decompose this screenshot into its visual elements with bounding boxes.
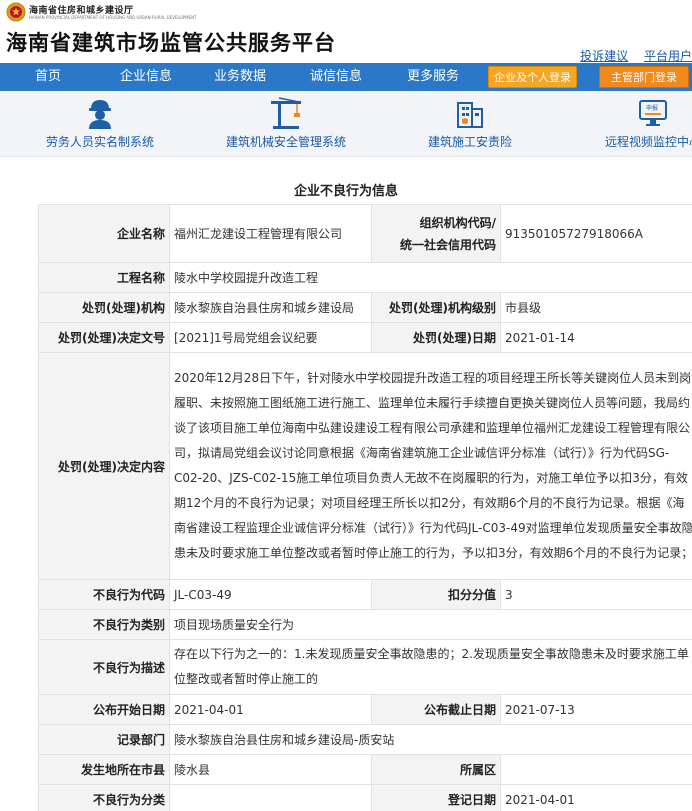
authority-value: 陵水黎族自治县住房和城乡建设局 (169, 292, 372, 323)
doc-no-value: [2021]1号局党组会议纪要 (169, 322, 372, 353)
description-value: 存在以下行为之一的：1.未发现质量安全事故隐患的；2.发现质量安全事故隐患未及时… (174, 647, 689, 686)
org-code-label-line1: 组织机构代码/ (419, 215, 496, 230)
record-dept-label: 记录部门 (38, 724, 170, 755)
district-value (500, 754, 692, 785)
table-row: 记录部门 陵水黎族自治县住房和城乡建设局-质安站 (38, 724, 692, 755)
table-row: 处罚(处理)机构 陵水黎族自治县住房和城乡建设局 处罚(处理)机构级别 市县级 (38, 292, 692, 323)
project-label: 工程名称 (38, 262, 170, 293)
content-cell: 2020年12月28日下午，针对陵水中学校园提升改造工程的项目经理王所长等关键岗… (169, 352, 692, 580)
deduction-label: 扣分分值 (371, 579, 501, 610)
worker-icon (89, 100, 111, 129)
date-value: 2021-01-14 (500, 322, 692, 353)
header-links: 投诉建议 平台用户 (568, 47, 692, 64)
nav-business-data[interactable]: 业务数据 (206, 63, 274, 91)
record-dept-value: 陵水黎族自治县住房和城乡建设局-质安站 (169, 724, 692, 755)
complaint-link[interactable]: 投诉建议 (580, 49, 628, 63)
table-row: 工程名称 陵水中学校园提升改造工程 (38, 262, 692, 293)
date-label: 处罚(处理)日期 (371, 322, 501, 353)
main-nav: 首页 企业信息 业务数据 诚信信息 更多服务 企业及个人登录 主管部门登录 (0, 63, 692, 91)
system-shortcuts: 劳务人员实名制系统 建筑机械安全管理系统 建筑施工安责险 申报 远程视频监控中心 (0, 91, 692, 157)
table-row: 不良行为描述 存在以下行为之一的：1.未发现质量安全事故隐患的；2.发现质量安全… (38, 639, 692, 695)
table-row: 发生地所在市县 陵水县 所属区 (38, 754, 692, 785)
table-row: 不良行为代码 JL-C03-49 扣分分值 3 (38, 579, 692, 610)
behavior-class-value (169, 784, 372, 811)
site-title: 海南省建筑市场监管公共服务平台 (6, 31, 336, 55)
tower-crane-icon (271, 97, 301, 129)
publish-end-label: 公布截止日期 (371, 694, 501, 725)
description-label: 不良行为描述 (38, 639, 170, 695)
nav-more-services[interactable]: 更多服务 (398, 63, 468, 91)
publish-start-value: 2021-04-01 (169, 694, 372, 725)
admin-login-button[interactable]: 主管部门登录 (599, 66, 689, 88)
nav-enterprise-info[interactable]: 企业信息 (112, 63, 180, 91)
system-label: 建筑机械安全管理系统 (225, 135, 346, 149)
system-label: 远程视频监控中心 (604, 135, 692, 149)
project-value: 陵水中学校园提升改造工程 (169, 262, 692, 293)
national-emblem-icon (6, 2, 26, 22)
content-label: 处罚(处理)决定内容 (38, 352, 170, 580)
monitor-icon: 申报 (639, 100, 667, 126)
table-row: 处罚(处理)决定内容 2020年12月28日下午，针对陵水中学校园提升改造工程的… (38, 352, 692, 580)
behavior-class-label: 不良行为分类 (38, 784, 170, 811)
org-code-label: 组织机构代码/ 统一社会信用代码 (371, 204, 501, 263)
site-header: 海南省建筑市场监管公共服务平台 投诉建议 平台用户 (0, 25, 692, 63)
department-english-name: HAINAN PROVINCIAL DEPARTMENT OF HOUSING … (29, 15, 197, 20)
category-value: 项目现场质量安全行为 (169, 609, 692, 640)
building-insurance-icon (457, 102, 483, 128)
register-date-value: 2021-04-01 (500, 784, 692, 811)
company-name-label: 企业名称 (38, 204, 170, 263)
description-cell: 存在以下行为之一的：1.未发现质量安全事故隐患的；2.发现质量安全事故隐患未及时… (169, 639, 692, 695)
system-construction-insurance[interactable]: 建筑施工安责险 (420, 97, 520, 150)
table-row: 企业名称 福州汇龙建设工程管理有限公司 组织机构代码/ 统一社会信用代码 913… (38, 204, 692, 263)
table-row: 不良行为分类 登记日期 2021-04-01 (38, 784, 692, 811)
enterprise-login-button[interactable]: 企业及个人登录 (488, 66, 577, 88)
authority-label: 处罚(处理)机构 (38, 292, 170, 323)
department-bar: 海南省住房和城乡建设厅 HAINAN PROVINCIAL DEPARTMENT… (0, 0, 692, 25)
nav-home[interactable]: 首页 (18, 63, 78, 91)
city-value: 陵水县 (169, 754, 372, 785)
publish-end-value: 2021-07-13 (500, 694, 692, 725)
svg-text:申报: 申报 (646, 104, 658, 112)
system-remote-monitoring[interactable]: 申报 远程视频监控中心 (603, 97, 692, 150)
publish-start-label: 公布开始日期 (38, 694, 170, 725)
org-code-label-line2: 统一社会信用代码 (399, 237, 496, 252)
register-date-label: 登记日期 (371, 784, 501, 811)
deduction-value: 3 (500, 579, 692, 610)
bad-behavior-table: 企业名称 福州汇龙建设工程管理有限公司 组织机构代码/ 统一社会信用代码 913… (38, 204, 692, 811)
doc-no-label: 处罚(处理)决定文号 (38, 322, 170, 353)
system-machinery-safety[interactable]: 建筑机械安全管理系统 (222, 97, 350, 150)
category-label: 不良行为类别 (38, 609, 170, 640)
platform-user-link[interactable]: 平台用户 (644, 49, 692, 63)
nav-credit-info[interactable]: 诚信信息 (302, 63, 370, 91)
system-worker-realname[interactable]: 劳务人员实名制系统 (40, 97, 160, 150)
district-label: 所属区 (371, 754, 501, 785)
org-code-value: 91350105727918066A (500, 204, 692, 263)
system-label: 劳务人员实名制系统 (45, 135, 154, 149)
content-value: 2020年12月28日下午，针对陵水中学校园提升改造工程的项目经理王所长等关键岗… (174, 371, 692, 560)
behavior-code-label: 不良行为代码 (38, 579, 170, 610)
behavior-code-value: JL-C03-49 (169, 579, 372, 610)
table-row: 公布开始日期 2021-04-01 公布截止日期 2021-07-13 (38, 694, 692, 725)
company-name-value: 福州汇龙建设工程管理有限公司 (169, 204, 372, 263)
authority-level-value: 市县级 (500, 292, 692, 323)
page-title: 企业不良行为信息 (293, 184, 398, 199)
authority-level-label: 处罚(处理)机构级别 (371, 292, 501, 323)
table-row: 处罚(处理)决定文号 [2021]1号局党组会议纪要 处罚(处理)日期 2021… (38, 322, 692, 353)
table-row: 不良行为类别 项目现场质量安全行为 (38, 609, 692, 640)
city-label: 发生地所在市县 (38, 754, 170, 785)
system-label: 建筑施工安责险 (427, 135, 512, 149)
